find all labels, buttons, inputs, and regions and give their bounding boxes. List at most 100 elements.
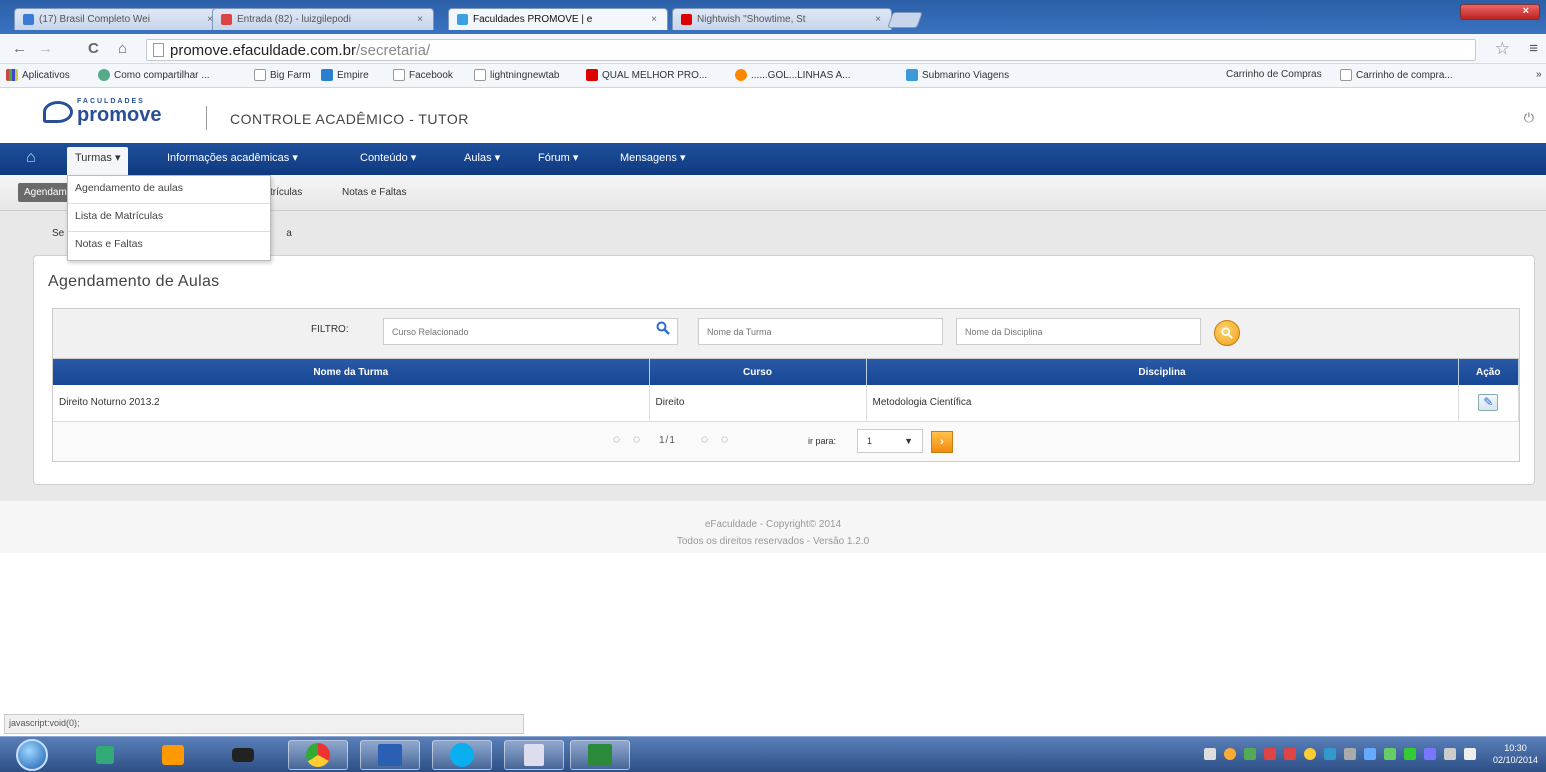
- start-button[interactable]: [16, 739, 48, 771]
- camera-icon[interactable]: [215, 740, 270, 770]
- prev-page-icon[interactable]: ◌: [633, 432, 640, 446]
- curso-filter-input[interactable]: [383, 318, 678, 345]
- tab-close-icon[interactable]: ×: [417, 14, 423, 25]
- outlook-icon[interactable]: [145, 740, 200, 770]
- col-disciplina[interactable]: Disciplina: [866, 359, 1459, 385]
- go-page-button[interactable]: ›: [931, 431, 953, 453]
- window-close-icon[interactable]: ×: [1523, 5, 1529, 17]
- bookmark-item[interactable]: Como compartilhar ...: [98, 69, 210, 81]
- caret-down-icon: ▾: [114, 152, 121, 164]
- bookmark-star-icon[interactable]: ☆: [1495, 39, 1510, 59]
- app-header: FACULDADES promove CONTROLE ACADÊMICO - …: [0, 88, 1546, 143]
- tray-app-icon[interactable]: [1304, 748, 1316, 760]
- dropdown-item-matriculas[interactable]: Lista de Matrículas: [68, 204, 270, 232]
- nav-turmas[interactable]: Turmas ▾: [67, 147, 129, 175]
- bookmark-item[interactable]: QUAL MELHOR PRO...: [586, 69, 707, 81]
- subnav-notas-faltas[interactable]: Notas e Faltas: [342, 187, 406, 198]
- browser-tab-2[interactable]: Entrada (82) - luizgilepodi ×: [212, 8, 434, 30]
- reload-icon[interactable]: C: [88, 40, 99, 57]
- power-icon[interactable]: ⏻: [1524, 110, 1534, 126]
- bookmark-item[interactable]: Big Farm: [254, 69, 311, 81]
- media-center-icon[interactable]: [80, 740, 130, 770]
- new-tab-button[interactable]: [887, 12, 923, 28]
- home-icon[interactable]: ⌂: [26, 149, 36, 167]
- url-field[interactable]: promove.efaculdade.com.br/secretaria/: [146, 39, 1476, 61]
- bookmark-item[interactable]: Submarino Viagens: [906, 69, 1009, 81]
- disciplina-filter-input[interactable]: [956, 318, 1201, 345]
- browser-tab-4[interactable]: Nightwish "Showtime, St ×: [672, 8, 892, 30]
- people-icon: [98, 69, 110, 81]
- window-controls[interactable]: ×: [1460, 4, 1540, 20]
- chrome-icon[interactable]: [288, 740, 348, 770]
- edit-icon[interactable]: ✎: [1478, 394, 1499, 412]
- nav-aulas[interactable]: Aulas ▾: [464, 151, 500, 164]
- last-page-icon[interactable]: ◌: [721, 432, 728, 446]
- col-nome-turma[interactable]: Nome da Turma: [53, 359, 650, 385]
- tray-app-icon[interactable]: [1224, 748, 1236, 760]
- tab-favicon-icon: [23, 14, 34, 25]
- tray-app-icon[interactable]: [1364, 748, 1376, 760]
- dropdown-item-notas-faltas[interactable]: Notas e Faltas: [68, 232, 270, 260]
- tab-close-icon[interactable]: ×: [875, 14, 881, 25]
- dropdown-item-agendamento[interactable]: Agendamento de aulas: [68, 176, 270, 204]
- tray-app-icon[interactable]: [1284, 748, 1296, 760]
- bookmark-item[interactable]: Facebook: [393, 69, 453, 81]
- tray-app-icon[interactable]: [1424, 748, 1436, 760]
- browser-tab-3-active[interactable]: Faculdades PROMOVE | e ×: [448, 8, 668, 30]
- gmail-icon: [221, 14, 232, 25]
- next-page-icon[interactable]: ◌: [701, 432, 708, 446]
- turma-filter-input[interactable]: [698, 318, 943, 345]
- promove-logo[interactable]: FACULDADES promove: [43, 98, 161, 125]
- page-select[interactable]: 1 ▼: [857, 429, 923, 453]
- main-nav: ⌂ Turmas ▾ Informações acadêmicas ▾ Cont…: [0, 143, 1546, 175]
- excel-icon[interactable]: [570, 740, 630, 770]
- tray-app-icon[interactable]: [1244, 748, 1256, 760]
- page-icon: [153, 43, 164, 57]
- nav-mensagens[interactable]: Mensagens ▾: [620, 151, 685, 164]
- caret-down-icon: ▾: [292, 152, 298, 164]
- pager: ◌ ◌ 1/1 ◌ ◌ ir para: 1 ▼ ›: [53, 423, 1519, 463]
- tray-app-icon[interactable]: [1264, 748, 1276, 760]
- tray-app-icon[interactable]: [1384, 748, 1396, 760]
- action-center-icon[interactable]: [1444, 748, 1456, 760]
- tab-title: Nightwish "Showtime, St: [697, 14, 806, 25]
- subnav-agendamento[interactable]: Agendamento de aulas: [18, 183, 68, 202]
- bookmark-item[interactable]: Empire: [321, 69, 369, 81]
- home-icon[interactable]: ⌂: [118, 40, 127, 57]
- tray-app-icon[interactable]: [1324, 748, 1336, 760]
- forward-icon[interactable]: →: [38, 40, 53, 57]
- filter-search-button[interactable]: [1214, 320, 1240, 346]
- bookmark-item[interactable]: lightningnewtab: [474, 69, 560, 81]
- breadcrumb-start[interactable]: Se: [52, 228, 64, 239]
- nav-forum[interactable]: Fórum ▾: [538, 151, 578, 164]
- search-icon[interactable]: [656, 321, 670, 339]
- col-acao: Ação: [1458, 359, 1519, 385]
- network-icon[interactable]: [1404, 748, 1416, 760]
- first-page-icon[interactable]: ◌: [613, 432, 620, 446]
- nav-conteudo[interactable]: Conteúdo ▾: [360, 151, 416, 164]
- bookmark-item[interactable]: Carrinho de Compras: [1226, 69, 1322, 80]
- col-curso[interactable]: Curso: [649, 359, 867, 385]
- bookmark-overflow[interactable]: »: [1536, 69, 1542, 80]
- back-icon[interactable]: ←: [12, 40, 27, 57]
- subnav-matriculas[interactable]: trículas: [270, 187, 302, 198]
- footer-version: Todos os direitos reservados - Versão 1.…: [676, 536, 870, 547]
- bookmark-item[interactable]: ......GOL...LINHAS A...: [735, 69, 850, 81]
- youtube-icon: [586, 69, 598, 81]
- page-indicator: 1/1: [659, 435, 676, 446]
- clock[interactable]: 10:30 02/10/2014: [1493, 742, 1538, 766]
- browser-tab-1[interactable]: (17) Brasil Completo Wei ×: [14, 8, 224, 30]
- volume-icon[interactable]: [1464, 748, 1476, 760]
- nav-informacoes-academicas[interactable]: Informações acadêmicas ▾: [167, 151, 298, 164]
- bookmark-apps[interactable]: Aplicativos: [6, 69, 70, 81]
- notepad-icon[interactable]: [504, 740, 564, 770]
- flag-icon[interactable]: [1204, 748, 1216, 760]
- menu-icon[interactable]: ≡: [1529, 40, 1538, 57]
- header-divider: [206, 106, 207, 130]
- word-icon[interactable]: [360, 740, 420, 770]
- skype-icon[interactable]: [432, 740, 492, 770]
- tab-close-icon[interactable]: ×: [651, 14, 657, 25]
- tray-app-icon[interactable]: [1344, 748, 1356, 760]
- turmas-table: Nome da Turma Curso Disciplina Ação Dire…: [53, 359, 1519, 422]
- bookmark-item[interactable]: Carrinho de compra...: [1340, 69, 1453, 81]
